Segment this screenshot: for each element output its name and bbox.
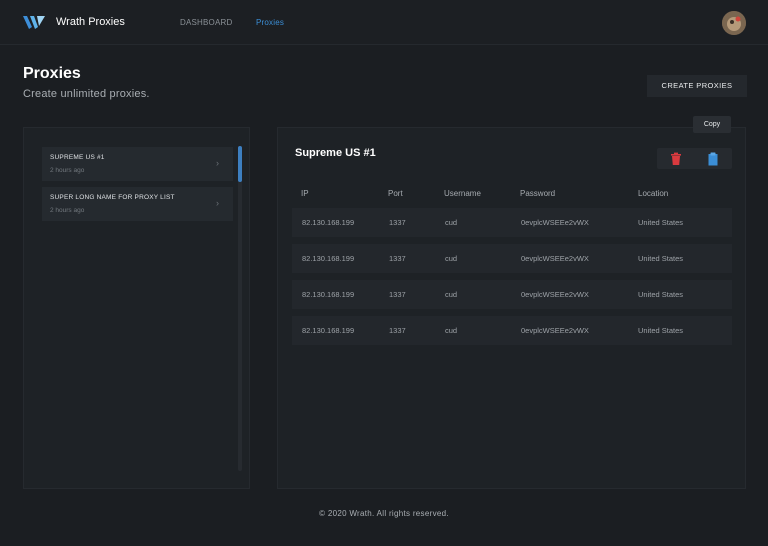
proxy-list-time: 2 hours ago xyxy=(50,167,85,174)
avatar[interactable] xyxy=(722,11,746,35)
proxy-list-item[interactable]: SUPER LONG NAME FOR PROXY LIST 2 hours a… xyxy=(42,187,233,221)
table-row[interactable]: 82.130.168.199 1337 cud 0evplcWSEEe2vWX … xyxy=(292,244,732,273)
cell-ip: 82.130.168.199 xyxy=(302,254,355,263)
top-bar: Wrath Proxies DASHBOARD Proxies xyxy=(0,0,768,45)
cell-password: 0evplcWSEEe2vWX xyxy=(521,254,589,263)
cell-password: 0evplcWSEEe2vWX xyxy=(521,218,589,227)
clipboard-icon[interactable] xyxy=(706,152,720,166)
chevron-right-icon: › xyxy=(216,198,219,208)
brand-name[interactable]: Wrath Proxies xyxy=(56,16,125,28)
page-title: Proxies xyxy=(23,65,81,82)
cell-port: 1337 xyxy=(389,290,406,299)
column-header-location: Location xyxy=(638,189,669,198)
cell-location: United States xyxy=(638,254,684,263)
cell-username: cud xyxy=(445,290,458,299)
cell-password: 0evplcWSEEe2vWX xyxy=(521,326,589,335)
column-header-password: Password xyxy=(520,189,556,198)
cell-port: 1337 xyxy=(389,326,406,335)
cell-port: 1337 xyxy=(389,254,406,263)
list-scrollbar[interactable] xyxy=(238,146,242,471)
proxy-list-panel: SUPREME US #1 2 hours ago › SUPER LONG N… xyxy=(23,127,250,489)
nav-dashboard-link[interactable]: DASHBOARD xyxy=(180,18,232,27)
wrath-logo-icon[interactable] xyxy=(23,15,45,30)
create-proxies-button[interactable]: CREATE PROXIES xyxy=(647,75,747,97)
cell-username: cud xyxy=(445,218,458,227)
cell-location: United States xyxy=(638,218,684,227)
copy-tooltip: Copy xyxy=(693,116,731,133)
footer-copyright: © 2020 Wrath. All rights reserved. xyxy=(319,509,449,518)
cell-port: 1337 xyxy=(389,218,406,227)
nav-proxies-link[interactable]: Proxies xyxy=(256,18,284,27)
cell-username: cud xyxy=(445,254,458,263)
user-avatar-icon xyxy=(722,11,746,35)
chevron-right-icon: › xyxy=(216,158,219,168)
trash-icon[interactable] xyxy=(669,152,683,166)
cell-ip: 82.130.168.199 xyxy=(302,290,355,299)
proxy-list-name: SUPREME US #1 xyxy=(50,154,105,161)
table-row[interactable]: 82.130.168.199 1337 cud 0evplcWSEEe2vWX … xyxy=(292,208,732,237)
cell-location: United States xyxy=(638,326,684,335)
column-header-username: Username xyxy=(444,189,481,198)
page-subtitle: Create unlimited proxies. xyxy=(23,88,150,100)
proxy-list-name: SUPER LONG NAME FOR PROXY LIST xyxy=(50,194,175,201)
cell-location: United States xyxy=(638,290,684,299)
cell-ip: 82.130.168.199 xyxy=(302,218,355,227)
cell-ip: 82.130.168.199 xyxy=(302,326,355,335)
column-header-port: Port xyxy=(388,189,403,198)
proxy-list-time: 2 hours ago xyxy=(50,207,85,214)
table-row[interactable]: 82.130.168.199 1337 cud 0evplcWSEEe2vWX … xyxy=(292,316,732,345)
detail-title: Supreme US #1 xyxy=(295,147,376,159)
cell-username: cud xyxy=(445,326,458,335)
column-header-ip: IP xyxy=(301,189,309,198)
proxy-list-item[interactable]: SUPREME US #1 2 hours ago › xyxy=(42,147,233,181)
table-row[interactable]: 82.130.168.199 1337 cud 0evplcWSEEe2vWX … xyxy=(292,280,732,309)
action-buttons xyxy=(657,148,732,169)
cell-password: 0evplcWSEEe2vWX xyxy=(521,290,589,299)
scrollbar-thumb[interactable] xyxy=(238,146,242,182)
